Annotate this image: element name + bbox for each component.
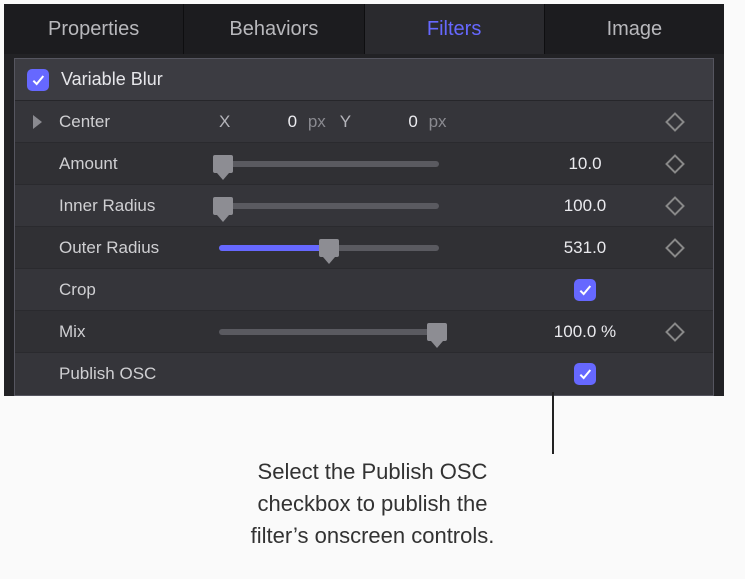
center-x-axis-label: X (219, 112, 230, 131)
param-row-publish-osc: Publish OSC (15, 353, 713, 395)
param-label-outer-radius: Outer Radius (59, 238, 219, 258)
keyframe-icon[interactable] (665, 238, 685, 258)
inspector-window: Properties Behaviors Filters Image Varia… (4, 4, 724, 396)
keyframe-icon[interactable] (665, 196, 685, 216)
publish-osc-checkbox[interactable] (574, 363, 596, 385)
check-icon (30, 72, 46, 88)
filter-enable-checkbox[interactable] (27, 69, 49, 91)
disclosure-triangle-icon[interactable] (33, 115, 42, 129)
center-x-value[interactable]: 0 (239, 112, 297, 132)
mix-slider[interactable] (219, 329, 439, 335)
filter-header: Variable Blur (15, 59, 713, 101)
tab-filters[interactable]: Filters (365, 4, 545, 54)
keyframe-icon[interactable] (665, 112, 685, 132)
outer-radius-value[interactable]: 531.0 (525, 238, 645, 258)
center-xy: X 0 px Y 0 px (219, 112, 447, 132)
filter-name-label: Variable Blur (61, 69, 163, 90)
outer-radius-slider[interactable] (219, 245, 439, 251)
param-row-center: Center X 0 px Y 0 px (15, 101, 713, 143)
amount-slider[interactable] (219, 161, 439, 167)
center-y-axis-label: Y (340, 112, 351, 131)
check-icon (577, 366, 593, 382)
param-label-publish-osc: Publish OSC (59, 364, 219, 384)
mix-value[interactable]: 100.0 % (525, 322, 645, 342)
param-label-amount: Amount (59, 154, 219, 174)
callout-leader-line (552, 392, 554, 454)
callout-caption: Select the Publish OSC checkbox to publi… (0, 456, 745, 552)
tab-behaviors[interactable]: Behaviors (184, 4, 364, 54)
param-row-amount: Amount 10.0 (15, 143, 713, 185)
param-label-center: Center (59, 112, 219, 132)
inspector-tabs: Properties Behaviors Filters Image (4, 4, 724, 54)
filter-panel: Variable Blur Center X 0 px Y 0 px (14, 58, 714, 396)
center-y-value[interactable]: 0 (360, 112, 418, 132)
center-y-unit: px (429, 112, 447, 131)
inner-radius-value[interactable]: 100.0 (525, 196, 645, 216)
param-row-inner-radius: Inner Radius 100.0 (15, 185, 713, 227)
center-x-unit: px (308, 112, 326, 131)
inner-radius-slider[interactable] (219, 203, 439, 209)
param-row-outer-radius: Outer Radius 531.0 (15, 227, 713, 269)
param-label-mix: Mix (59, 322, 219, 342)
caption-line: Select the Publish OSC (258, 459, 488, 484)
param-label-crop: Crop (59, 280, 219, 300)
param-label-inner-radius: Inner Radius (59, 196, 219, 216)
caption-line: checkbox to publish the (258, 491, 488, 516)
param-row-mix: Mix 100.0 % (15, 311, 713, 353)
amount-value[interactable]: 10.0 (525, 154, 645, 174)
crop-checkbox[interactable] (574, 279, 596, 301)
check-icon (577, 282, 593, 298)
tab-properties[interactable]: Properties (4, 4, 184, 54)
caption-line: filter’s onscreen controls. (251, 523, 495, 548)
param-row-crop: Crop (15, 269, 713, 311)
tab-image[interactable]: Image (545, 4, 724, 54)
keyframe-icon[interactable] (665, 154, 685, 174)
keyframe-icon[interactable] (665, 322, 685, 342)
